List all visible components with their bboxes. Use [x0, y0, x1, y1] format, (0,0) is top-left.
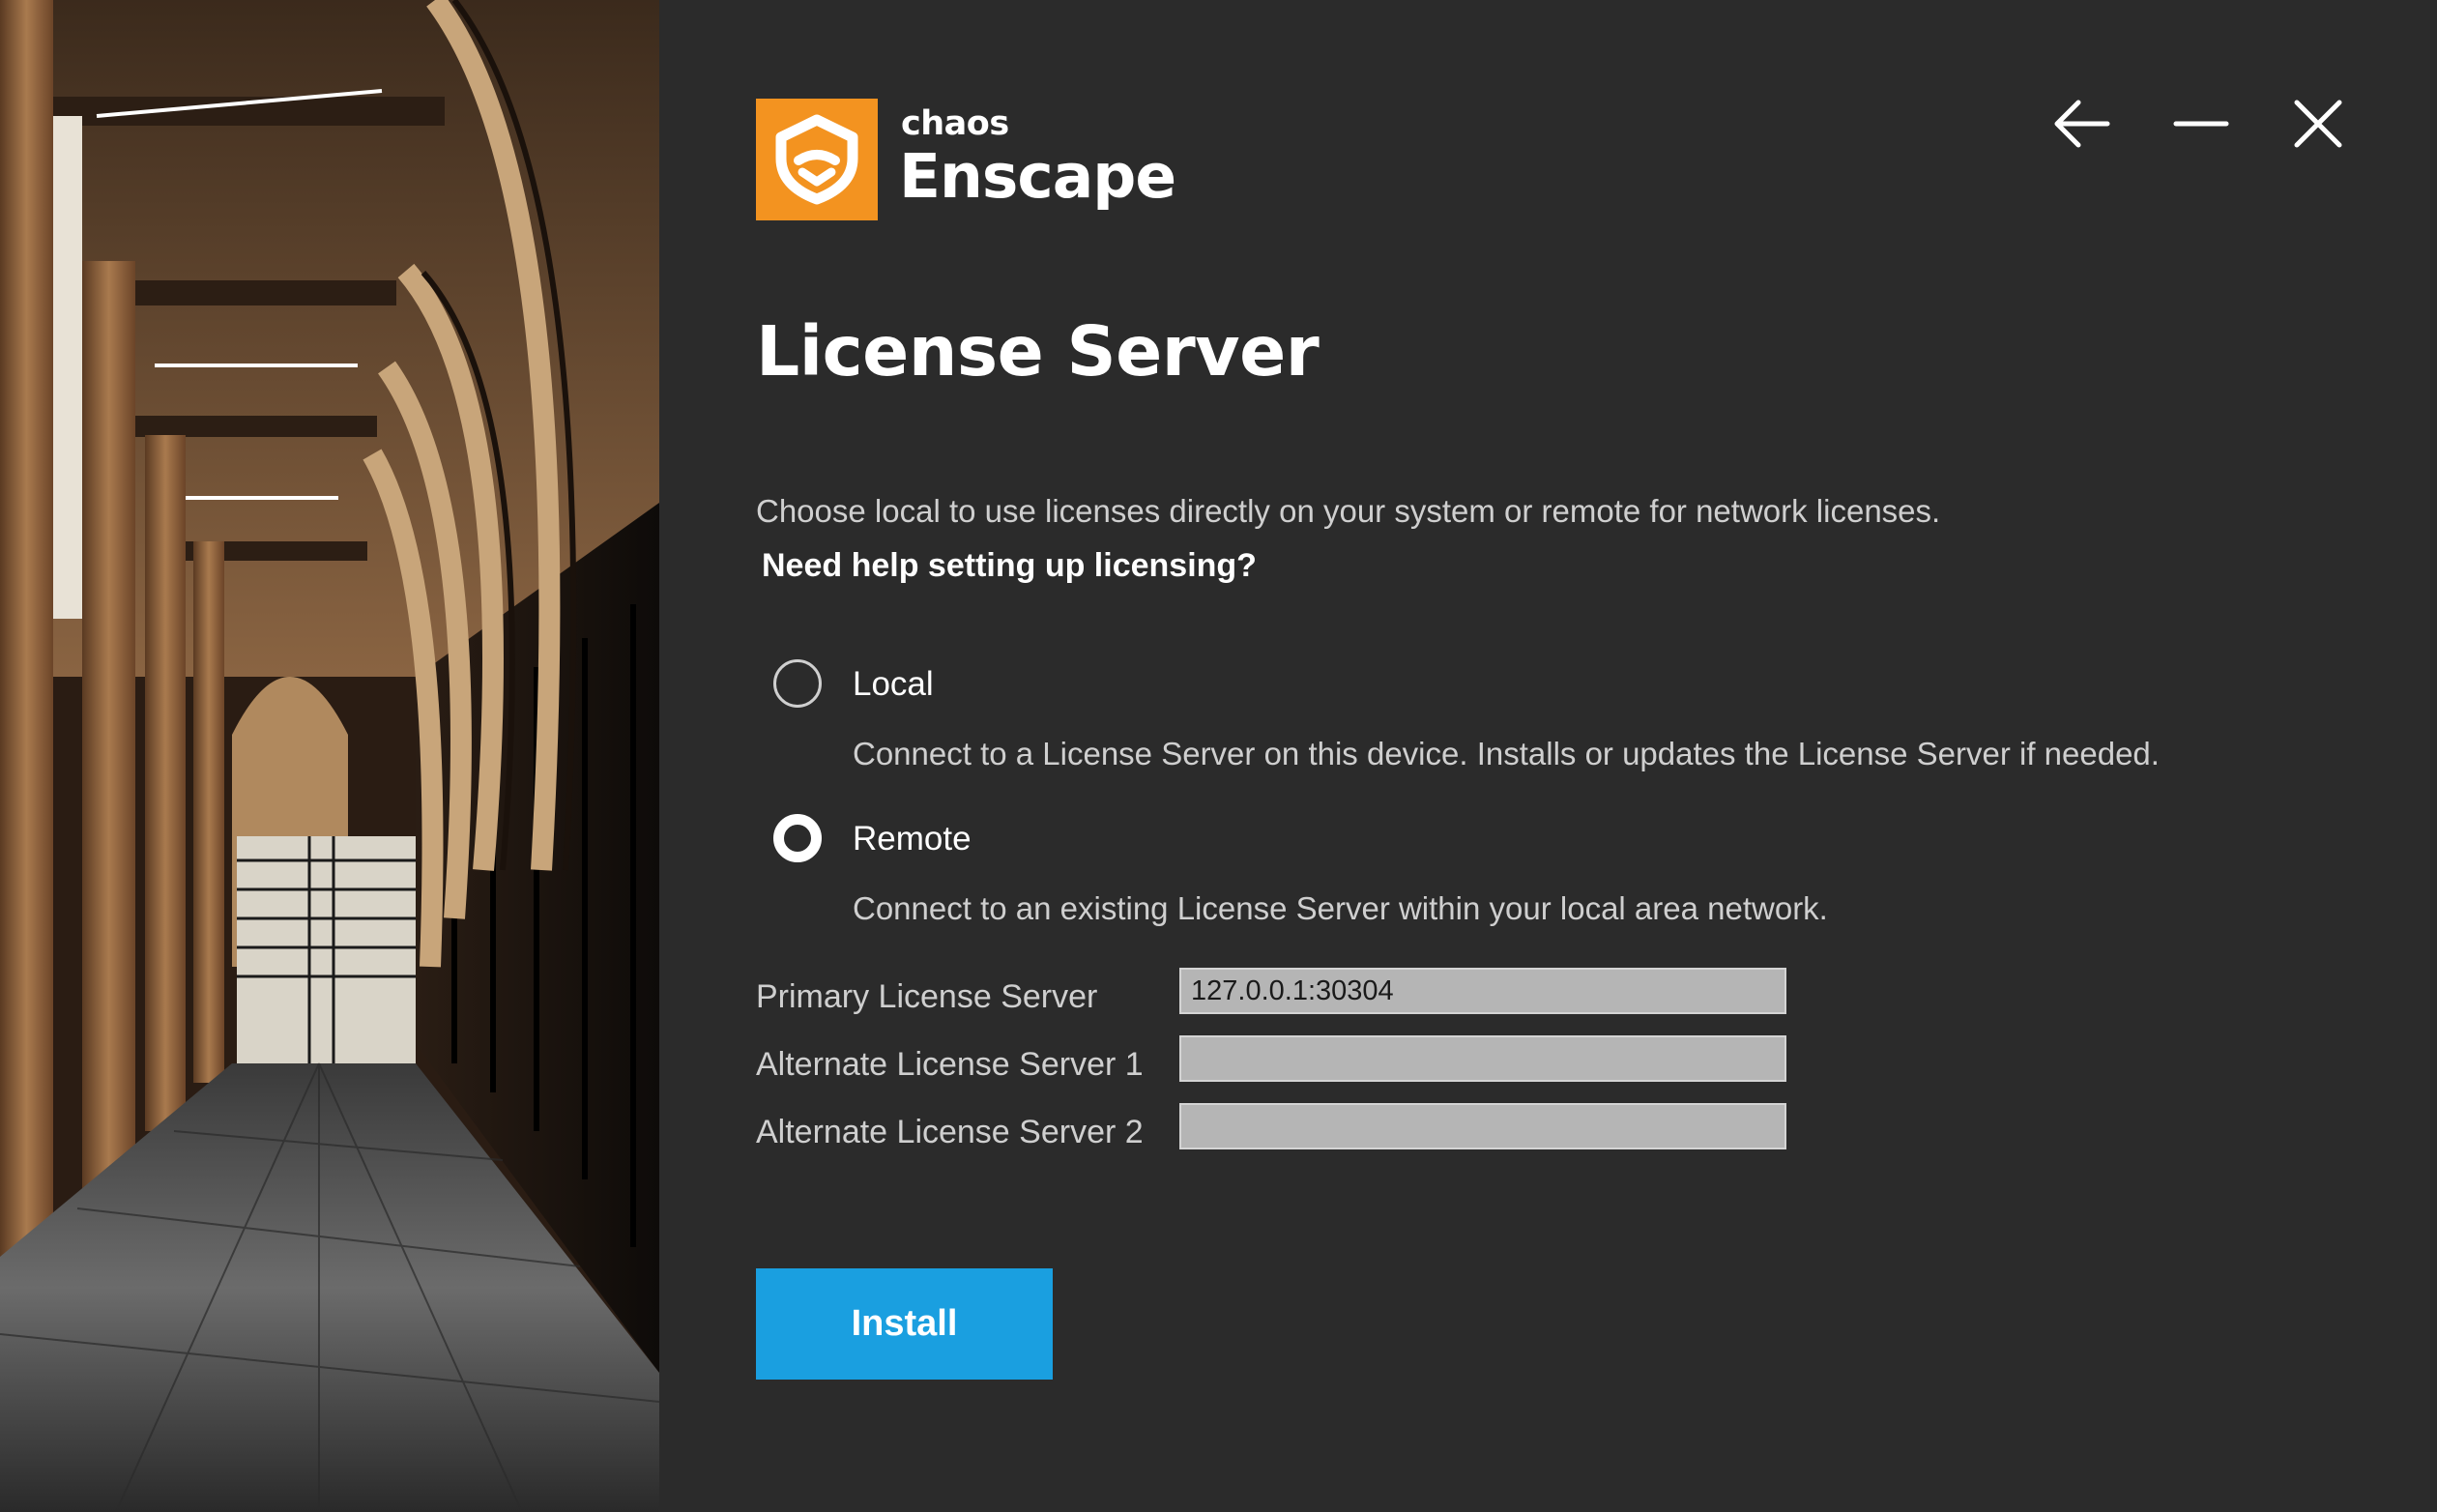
logo-product-text: Enscape	[899, 141, 1176, 212]
page-description: Choose local to use licenses directly on…	[756, 493, 1941, 529]
radio-option-local[interactable]: Local	[773, 659, 1450, 717]
logo: chaos Enscape	[756, 99, 1181, 220]
close-icon	[2294, 100, 2342, 148]
page-title: License Server	[756, 311, 1320, 392]
arrow-left-icon	[2054, 100, 2110, 148]
minimize-icon	[2173, 121, 2229, 127]
radio-local-label: Local	[853, 665, 934, 703]
logo-brand-text: chaos	[901, 104, 1009, 143]
primary-server-input[interactable]	[1179, 968, 1786, 1014]
alternate-server-1-label: Alternate License Server 1	[756, 1046, 1144, 1083]
radio-remote-description: Connect to an existing License Server wi…	[853, 890, 1828, 926]
main-panel: chaos Enscape License Server Choose loca…	[659, 0, 2437, 1512]
hero-image	[0, 0, 659, 1512]
install-button[interactable]: Install	[756, 1268, 1053, 1380]
primary-server-label: Primary License Server	[756, 978, 1098, 1015]
alternate-server-2-input[interactable]	[1179, 1103, 1786, 1149]
radio-option-remote[interactable]: Remote	[773, 814, 1450, 872]
back-button[interactable]	[2051, 93, 2113, 155]
radio-remote-label: Remote	[853, 820, 972, 858]
alternate-server-2-label: Alternate License Server 2	[756, 1114, 1144, 1150]
radio-remote-button[interactable]	[773, 814, 822, 862]
help-link[interactable]: Need help setting up licensing?	[762, 547, 1257, 585]
radio-local-description: Connect to a License Server on this devi…	[853, 736, 2160, 771]
enscape-logo-icon	[756, 99, 878, 220]
radio-local-button[interactable]	[773, 659, 822, 708]
close-button[interactable]	[2287, 93, 2349, 155]
alternate-server-1-input[interactable]	[1179, 1035, 1786, 1082]
minimize-button[interactable]	[2170, 93, 2232, 155]
